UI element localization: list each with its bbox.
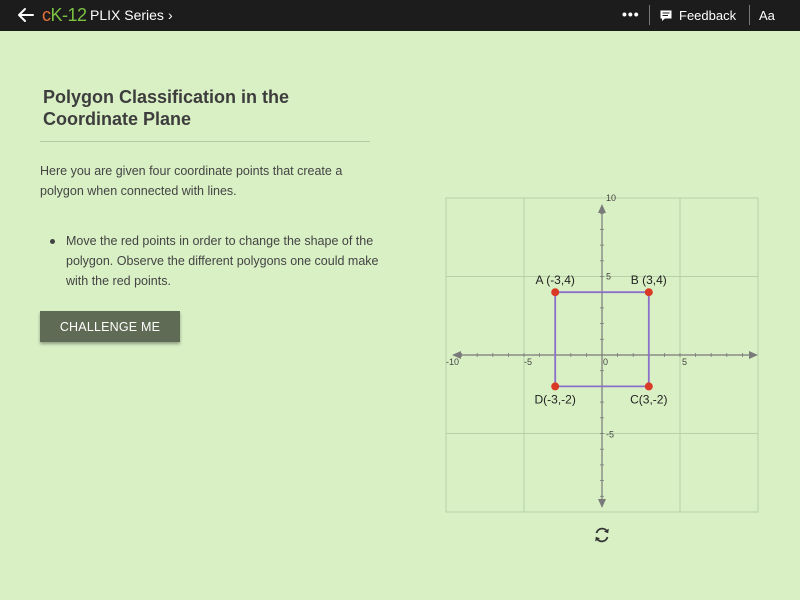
- y-axis-arrow-up: [598, 204, 606, 213]
- page-title: Polygon Classification in the Coordinate…: [43, 87, 290, 129]
- y-axis-arrow-down: [598, 499, 606, 508]
- feedback-button[interactable]: Feedback: [660, 8, 736, 23]
- point-label: B (3,4): [631, 273, 667, 287]
- x-tick-label: 5: [682, 357, 687, 367]
- coordinate-plane: -10 -5 0 5 10 5 -5 A (-3,4) B (3,4) C(3,-2) D(-3,-…: [445, 193, 759, 513]
- point-b[interactable]: [644, 288, 653, 297]
- series-label: PLIX Series: [90, 7, 164, 23]
- chevron-right-icon: ›: [167, 7, 173, 23]
- point-c[interactable]: [644, 382, 653, 391]
- y-tick-label: -5: [606, 430, 614, 440]
- point-label: D(-3,-2): [535, 392, 576, 406]
- x-tick-label: -5: [524, 357, 532, 367]
- x-tick-label: 0: [603, 357, 608, 367]
- instruction-item: Move the red points in order to change t…: [40, 231, 380, 291]
- text-size-button[interactable]: Aa: [759, 8, 775, 23]
- arrow-left-icon[interactable]: [17, 5, 35, 25]
- intro-text: Here you are given four coordinate point…: [40, 164, 343, 198]
- plix-series-link[interactable]: PLIX Series ›: [90, 7, 173, 24]
- title-divider: [40, 141, 370, 142]
- point-label: C(3,-2): [630, 392, 667, 406]
- divider: [649, 5, 650, 25]
- challenge-me-button[interactable]: CHALLENGE ME: [40, 311, 180, 342]
- point-a[interactable]: [551, 288, 560, 297]
- more-options-button[interactable]: •••: [622, 6, 640, 22]
- refresh-icon[interactable]: [592, 525, 612, 545]
- point-d[interactable]: [551, 382, 560, 391]
- y-tick-label: 5: [606, 272, 611, 282]
- feedback-label: Feedback: [679, 8, 737, 23]
- feedback-icon: [660, 10, 672, 21]
- top-bar: cK-12 PLIX Series › ••• Feedback Aa: [0, 0, 800, 31]
- x-axis-arrow-right: [749, 351, 758, 359]
- divider: [749, 5, 750, 25]
- point-label: A (-3,4): [536, 273, 575, 287]
- instruction-list: Move the red points in order to change t…: [40, 231, 380, 291]
- x-tick-label: -10: [446, 357, 459, 367]
- ck12-logo[interactable]: cK-12: [42, 5, 87, 25]
- y-tick-label: 10: [606, 193, 616, 203]
